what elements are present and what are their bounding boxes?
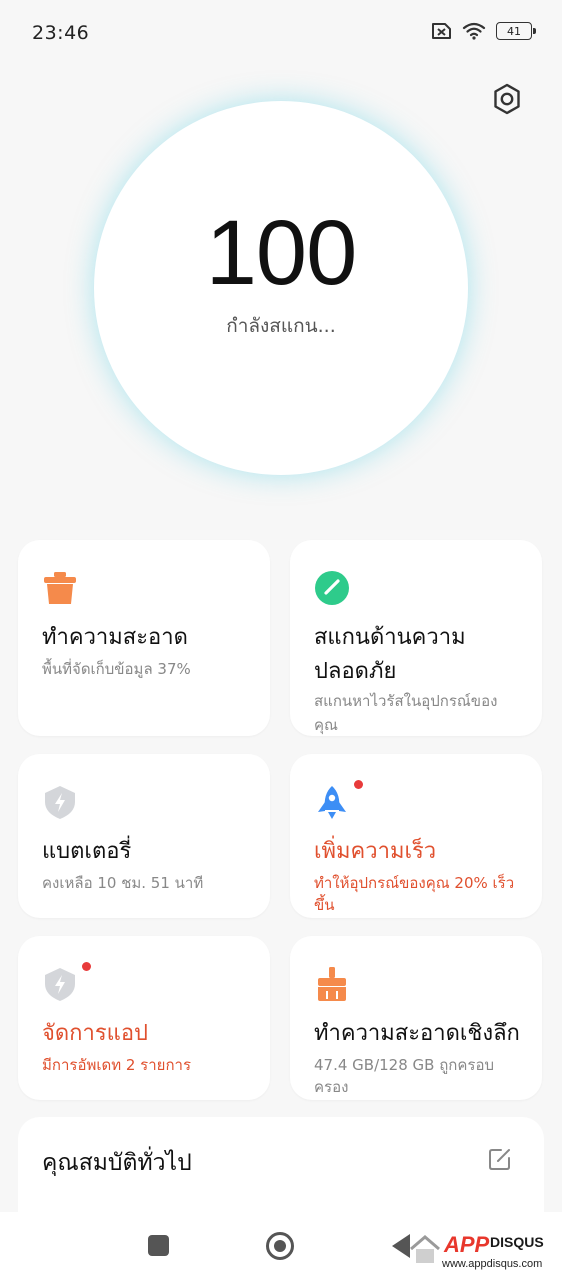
score-value: 100 (205, 202, 358, 304)
card-cleaner[interactable]: ทำความสะอาด พื้นที่จัดเก็บข้อมูล 37% (18, 540, 270, 736)
card-boost[interactable]: เพิ่มความเร็ว ทำให้อุปกรณ์ของคุณ 20% เร็… (290, 754, 542, 918)
card-boost-title: เพิ่มความเร็ว (314, 839, 437, 864)
apps-shield-icon (42, 966, 78, 1002)
card-deep-clean-subtitle-line1: 47.4 GB/128 GB ถูกครอบ (314, 1056, 494, 1074)
watermark-url: www.appdisqus.com (442, 1258, 543, 1270)
card-battery[interactable]: แบตเตอรี่ คงเหลือ 10 ชม. 51 นาที (18, 754, 270, 918)
status-time: 23:46 (32, 22, 90, 44)
general-features-title: คุณสมบัติทั่วไป (42, 1150, 192, 1176)
card-manage-apps-title: จัดการแอป (42, 1021, 149, 1046)
watermark-house-icon (408, 1232, 442, 1270)
status-bar: 23:46 41 (0, 0, 562, 66)
apps-notification-dot (82, 962, 91, 971)
watermark-disqus-text: DISQUS (490, 1234, 544, 1250)
card-cleaner-title: ทำความสะอาด (42, 625, 188, 650)
card-battery-title: แบตเตอรี่ (42, 839, 132, 864)
scan-score-circle[interactable]: 100 กำลังสแกน... (94, 101, 468, 475)
security-scan-icon (314, 570, 350, 606)
card-security-subtitle-line2: คุณ (314, 716, 338, 734)
card-security-title-line1: สแกนด้านความ (314, 625, 466, 650)
security-app-screen: 23:46 41 100 กำลังสแกน... ทำความสะอาด พื… (0, 0, 562, 1280)
no-sim-icon (430, 22, 452, 40)
battery-indicator: 41 (496, 22, 536, 40)
wifi-icon (462, 22, 486, 40)
edit-icon[interactable] (488, 1147, 512, 1171)
appdisqus-watermark: APP DISQUS www.appdisqus.com (406, 1228, 556, 1276)
card-deep-clean-subtitle-line2: ครอง (314, 1078, 349, 1096)
broom-icon (314, 966, 350, 1002)
scan-status: กำลังสแกน... (226, 315, 336, 337)
status-icons: 41 (430, 22, 536, 40)
card-manage-apps-subtitle: มีการอัพเดท 2 รายการ (42, 1056, 192, 1074)
rocket-icon (314, 784, 350, 820)
card-security-scan[interactable]: สแกนด้านความ ปลอดภัย สแกนหาไวรัสในอุปกรณ… (290, 540, 542, 736)
settings-gear-icon[interactable] (490, 82, 524, 116)
boost-notification-dot (354, 780, 363, 789)
recent-apps-button[interactable] (148, 1235, 169, 1256)
card-cleaner-subtitle: พื้นที่จัดเก็บข้อมูล 37% (42, 660, 191, 678)
battery-shield-icon (42, 784, 78, 820)
card-deep-clean-title: ทำความสะอาดเชิงลึก (314, 1021, 520, 1046)
watermark-app-text: APP (444, 1232, 490, 1257)
home-button[interactable] (266, 1232, 294, 1260)
trash-bin-icon (42, 570, 78, 606)
card-manage-apps[interactable]: จัดการแอป มีการอัพเดท 2 รายการ (18, 936, 270, 1100)
card-boost-subtitle-line2: ขึ้น (314, 896, 335, 914)
card-boost-subtitle-line1: ทำให้อุปกรณ์ของคุณ 20% เร็ว (314, 874, 515, 892)
card-security-title-line2: ปลอดภัย (314, 659, 397, 684)
card-deep-clean[interactable]: ทำความสะอาดเชิงลึก 47.4 GB/128 GB ถูกครอ… (290, 936, 542, 1100)
card-battery-subtitle: คงเหลือ 10 ชม. 51 นาที (42, 874, 204, 892)
card-security-subtitle-line1: สแกนหาไวรัสในอุปกรณ์ของ (314, 692, 498, 710)
